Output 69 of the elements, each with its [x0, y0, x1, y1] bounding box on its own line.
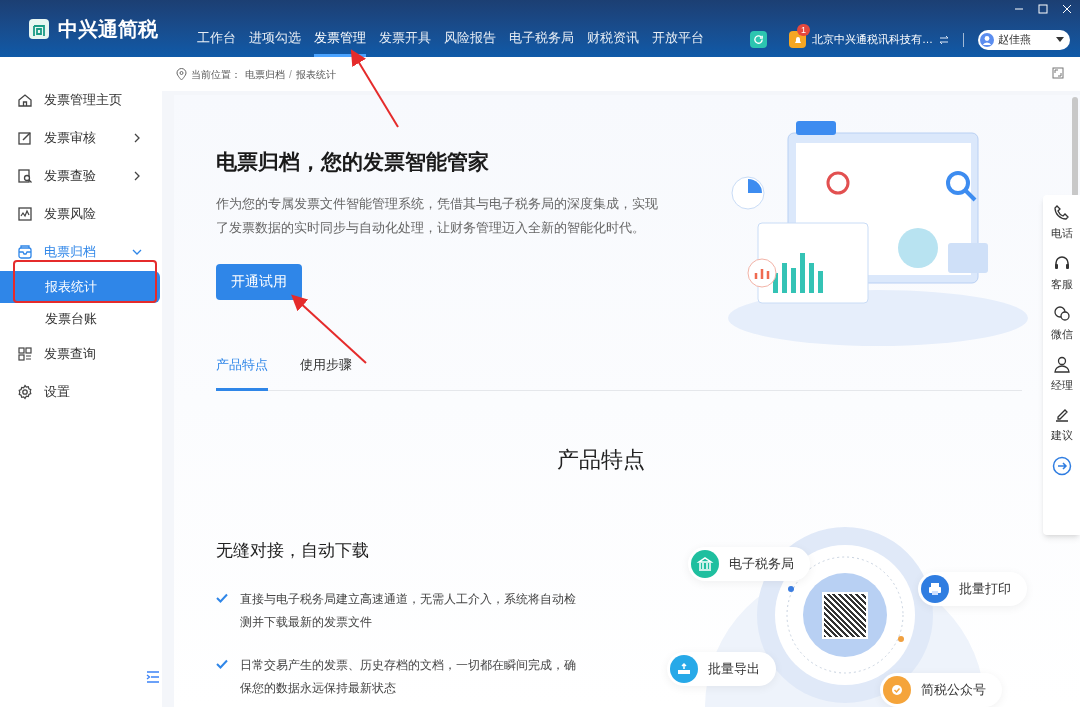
sidebar-subitem[interactable]: 发票台账 — [0, 303, 162, 335]
fullscreen-icon[interactable] — [1052, 67, 1064, 79]
feature-title: 无缝对接，自动下载 — [216, 540, 370, 563]
nav-tab[interactable]: 工作台 — [197, 0, 236, 57]
app-logo-text: 中兴通简税 — [58, 16, 158, 42]
content-tab[interactable]: 使用步骤 — [300, 355, 352, 392]
feature-node: 批量导出 — [667, 652, 776, 686]
collapse-menu-icon[interactable] — [146, 671, 160, 683]
sidebar-item[interactable]: 发票风险 — [0, 195, 162, 233]
feature-node: 批量打印 — [918, 572, 1027, 606]
breadcrumb-label: 当前位置： — [191, 67, 241, 82]
sidebar-subitem[interactable]: 报表统计 — [0, 271, 160, 303]
hero-description: 作为您的专属发票文件智能管理系统，凭借其与电子税务局的深度集成，实现了发票数据的实时同步与自动化处理，让财务管理迈入全新的智能化时代。 — [216, 195, 659, 237]
arrow-right-circle-icon[interactable] — [1051, 455, 1072, 476]
company-name[interactable]: 北京中兴通税讯科技有… — [812, 31, 933, 48]
notification-count-badge: 1 — [797, 24, 810, 36]
user-dropdown[interactable]: 赵佳燕 — [978, 29, 1070, 50]
home-icon — [17, 92, 33, 108]
chevron-down-icon — [132, 247, 142, 257]
switch-icon[interactable] — [939, 34, 949, 45]
feature-bullet-text: 日常交易产生的发票、历史存档的文档，一切都在瞬间完成，确保您的数据永远保持最新状态 — [240, 656, 577, 697]
feature-bullet-text: 直接与电子税务局建立高速通道，无需人工介入，系统将自动检测并下载最新的发票文件 — [240, 590, 577, 631]
chevron-right-icon — [132, 133, 142, 143]
avatar-icon — [980, 32, 994, 47]
location-pin-icon — [176, 67, 187, 81]
chevron-right-icon — [132, 171, 142, 181]
nav-tab[interactable]: 发票开具 — [379, 0, 431, 57]
scrollbar-thumb[interactable] — [1072, 97, 1078, 197]
hero-title: 电票归档，您的发票智能管家 — [216, 149, 490, 175]
chart-icon — [17, 206, 33, 222]
sidebar-item[interactable]: 发票审核 — [0, 119, 162, 157]
side-tool-button[interactable]: 微信 — [1050, 304, 1073, 343]
nav-tab[interactable]: 电子税务局 — [509, 0, 574, 57]
breadcrumb-link[interactable]: 电票归档 — [245, 66, 285, 82]
side-tool-button[interactable]: 经理 — [1050, 354, 1073, 393]
breadcrumb-separator: / — [289, 67, 292, 82]
side-tool-button[interactable]: 客服 — [1050, 253, 1073, 292]
logo-icon — [28, 17, 50, 40]
check-icon — [216, 658, 228, 669]
caret-icon — [1056, 37, 1064, 42]
person-icon — [1051, 354, 1072, 375]
document-search-icon — [17, 168, 33, 184]
feature-node: 电子税务局 — [688, 547, 810, 581]
side-tool-button[interactable]: 电话 — [1050, 203, 1073, 242]
nav-tab[interactable]: 开放平台 — [652, 0, 704, 57]
nav-tab[interactable]: 风险报告 — [444, 0, 496, 57]
refresh-icon[interactable] — [750, 31, 767, 48]
chat-bubbles-icon — [1051, 304, 1072, 324]
maximize-icon[interactable] — [1038, 4, 1048, 14]
sidebar-item[interactable]: 发票查询 — [0, 335, 162, 373]
sidebar-item[interactable]: 发票管理主页 — [0, 81, 162, 119]
nav-tab[interactable]: 财税资讯 — [587, 0, 639, 57]
sidebar-item[interactable]: 发票查验 — [0, 157, 162, 195]
content-tab[interactable]: 产品特点 — [216, 355, 268, 392]
side-tool-button[interactable]: 建议 — [1050, 405, 1073, 444]
sidebar-item[interactable]: 电票归档 — [0, 233, 162, 271]
breadcrumb-link[interactable]: 报表统计 — [295, 66, 336, 82]
feature-node: 简税公众号 — [880, 673, 1002, 707]
edit-icon — [17, 130, 33, 146]
nav-tab[interactable]: 进项勾选 — [249, 0, 301, 57]
trial-button[interactable]: 开通试用 — [216, 263, 302, 300]
section-title: 产品特点 — [556, 446, 646, 475]
check-icon — [216, 592, 228, 603]
settings-icon — [17, 384, 33, 400]
grid-icon — [17, 346, 33, 362]
qr-code-placeholder — [822, 592, 868, 639]
close-icon[interactable] — [1062, 4, 1072, 14]
sidebar-item[interactable]: 设置 — [0, 373, 162, 411]
archive-box-icon — [17, 244, 33, 260]
